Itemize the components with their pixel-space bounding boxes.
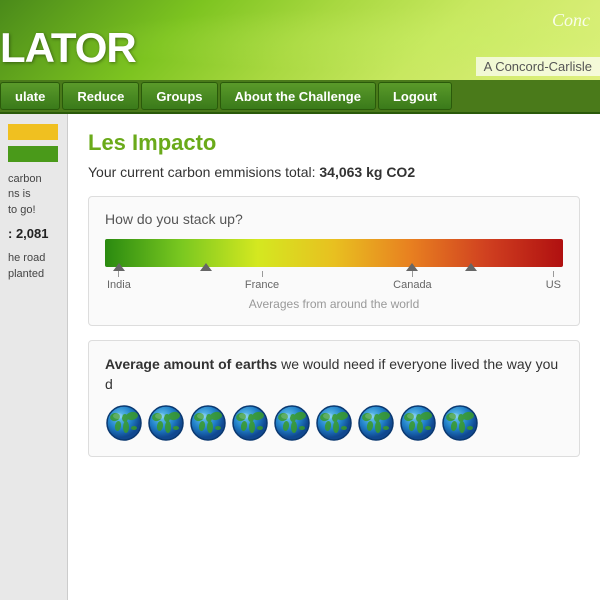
earth-globe-5	[315, 404, 353, 442]
gradient-bar-labels: India France Canada US	[105, 271, 563, 291]
earth-globe-7	[399, 404, 437, 442]
navbar: ulate Reduce Groups About the Challenge …	[0, 80, 600, 114]
sidebar-bar-green	[8, 146, 58, 162]
subtitle-text: A Concord-Carlisle	[476, 57, 600, 76]
earth-globe-2	[189, 404, 227, 442]
gradient-bar-container: India France Canada US	[105, 239, 563, 291]
averages-text: Averages from around the world	[105, 297, 563, 311]
earth-globe-0	[105, 404, 143, 442]
sidebar-bar-yellow	[8, 124, 58, 140]
carbon-summary-prefix: Your current carbon emmisions total:	[88, 164, 319, 180]
main-content: Les Impacto Your current carbon emmision…	[68, 114, 600, 600]
gradient-bar	[105, 239, 563, 267]
sidebar: carbon ns is to go! : 2,081 he road plan…	[0, 114, 68, 600]
label-us: US	[546, 271, 561, 291]
nav-reduce[interactable]: Reduce	[62, 82, 139, 110]
carbon-summary: Your current carbon emmisions total: 34,…	[88, 164, 580, 180]
brand-text: Conc	[552, 10, 590, 31]
earths-box: Average amount of earths we would need i…	[88, 340, 580, 457]
india-marker	[113, 263, 125, 271]
label-france: France	[245, 271, 279, 291]
canada-marker	[406, 263, 418, 271]
france-marker	[200, 263, 212, 271]
app-title: LATOR	[0, 24, 136, 72]
nav-groups[interactable]: Groups	[141, 82, 217, 110]
header: LATOR Conc A Concord-Carlisle	[0, 0, 600, 80]
nav-logout[interactable]: Logout	[378, 82, 452, 110]
sidebar-text-carbon: carbon ns is to go!	[8, 172, 59, 218]
earth-globe-3	[231, 404, 269, 442]
stack-up-box: How do you stack up? India	[88, 196, 580, 326]
nav-about-challenge[interactable]: About the Challenge	[220, 82, 376, 110]
nav-calculate[interactable]: ulate	[0, 82, 60, 110]
stack-up-title: How do you stack up?	[105, 211, 563, 227]
page-layout: carbon ns is to go! : 2,081 he road plan…	[0, 114, 600, 600]
earths-title-strong: Average amount of earths	[105, 356, 277, 372]
us-marker	[465, 263, 477, 271]
sidebar-number: : 2,081	[8, 226, 59, 241]
earths-row	[105, 404, 563, 442]
page-title: Les Impacto	[88, 130, 580, 156]
label-canada: Canada	[393, 271, 432, 291]
label-india: India	[107, 271, 131, 291]
earths-title: Average amount of earths we would need i…	[105, 355, 563, 394]
earth-globe-6	[357, 404, 395, 442]
earth-globe-8	[441, 404, 479, 442]
earth-globe-4	[273, 404, 311, 442]
carbon-value: 34,063 kg CO2	[319, 164, 415, 180]
earth-globe-1	[147, 404, 185, 442]
sidebar-text-road: he road planted	[8, 251, 59, 282]
